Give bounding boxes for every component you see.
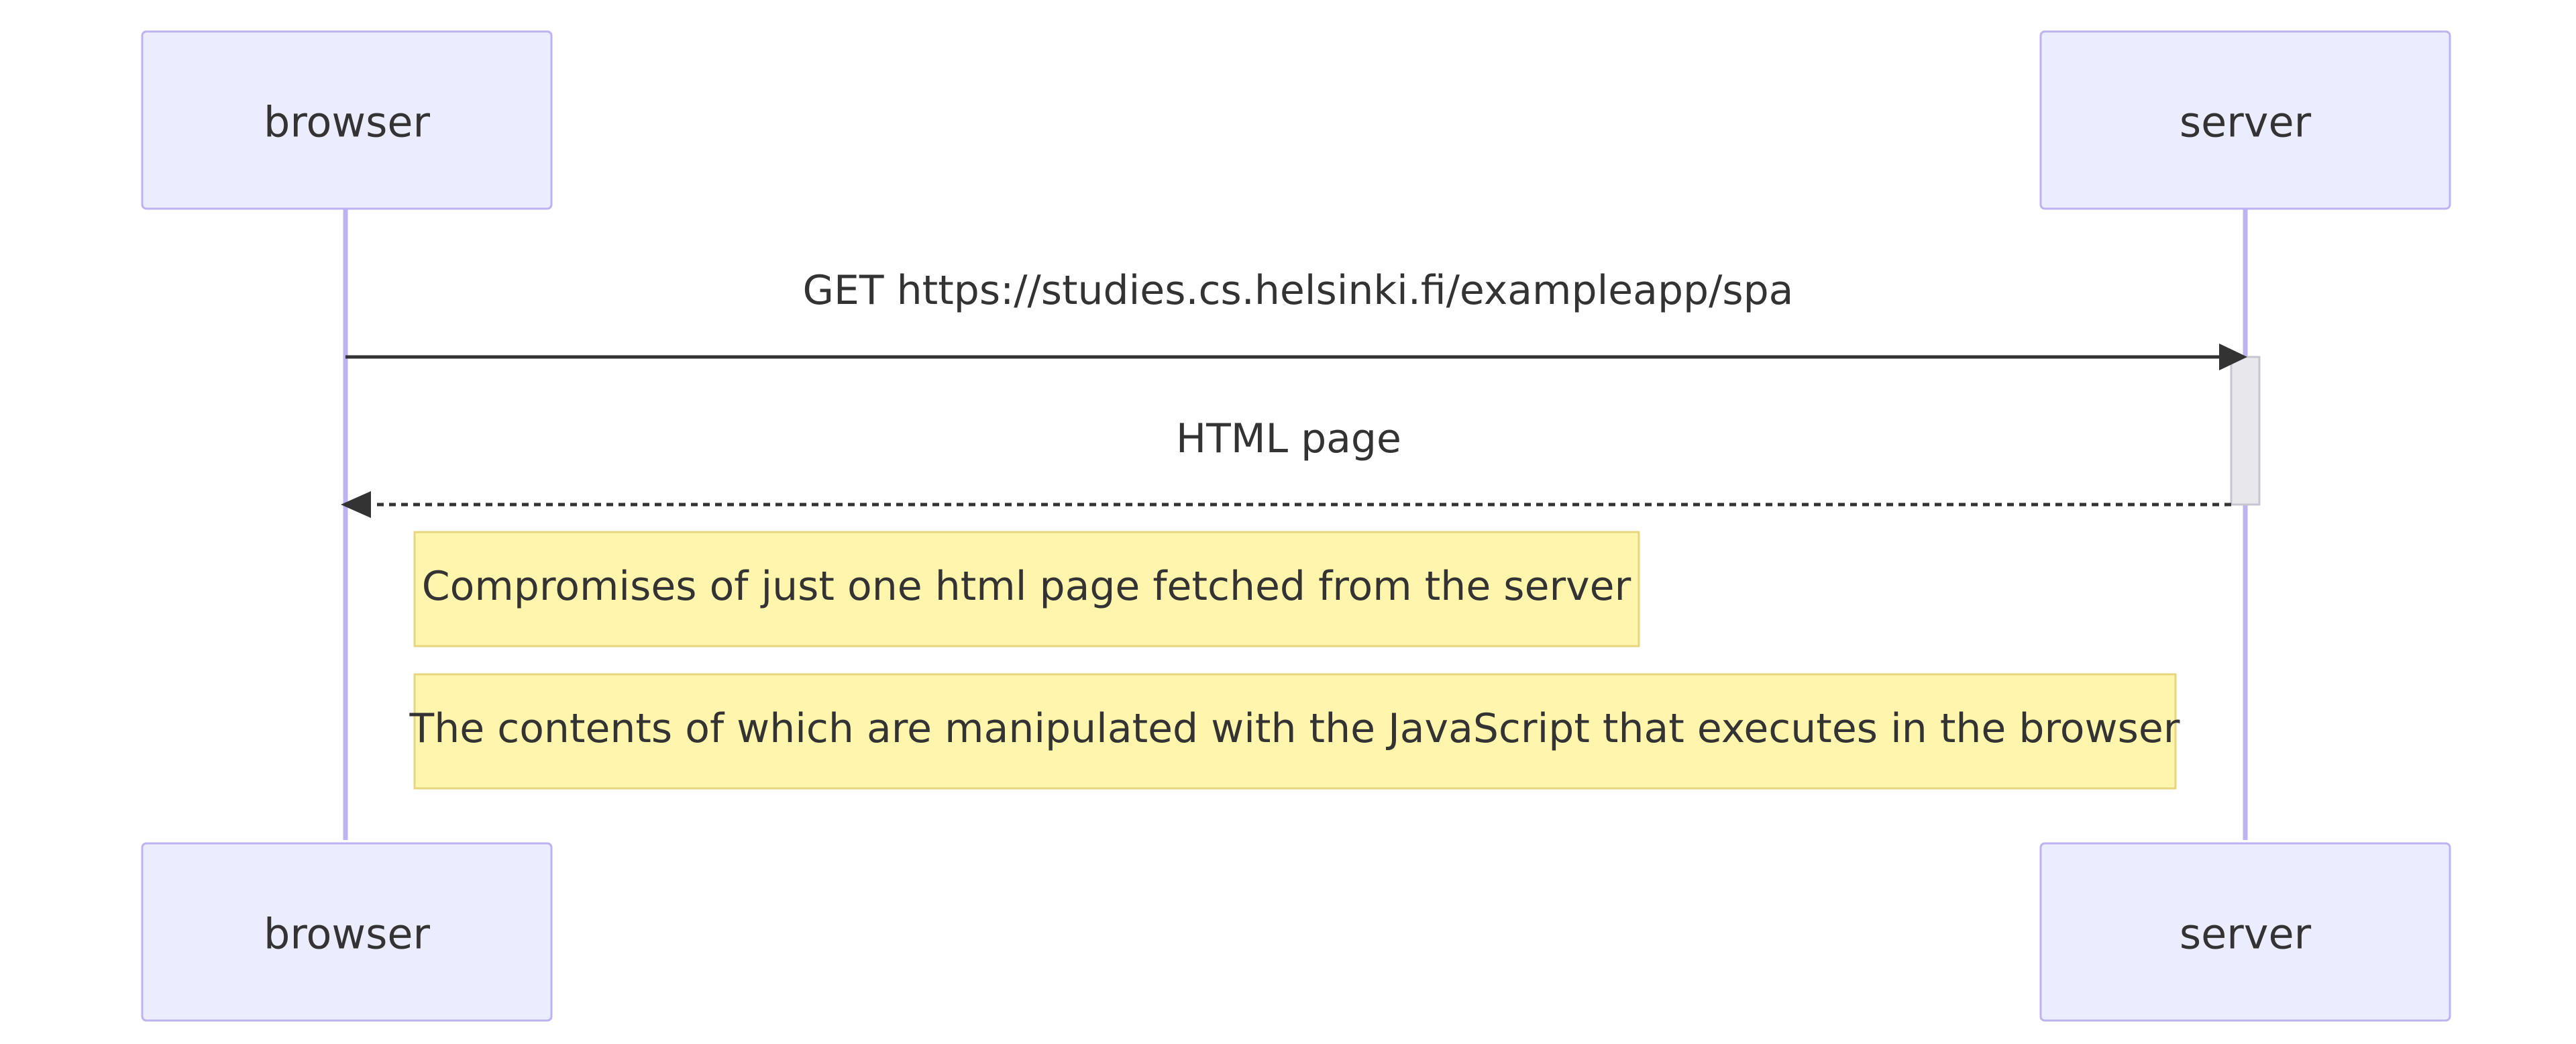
note-2-text: The contents of which are manipulated wi… <box>409 705 2180 752</box>
get-request-label: GET https://studies.cs.helsinki.fi/examp… <box>803 267 1794 314</box>
note-1-text: Compromises of just one html page fetche… <box>422 563 1631 610</box>
note-2: The contents of which are manipulated wi… <box>409 673 2180 790</box>
server-actor-top: server <box>2039 30 2451 210</box>
browser-actor-top: browser <box>141 30 553 210</box>
server-actor-top-label: server <box>2180 98 2312 147</box>
html-page-response-label: HTML page <box>1176 415 1401 462</box>
browser-actor-bottom: browser <box>141 842 553 1022</box>
server-actor-bottom-label: server <box>2180 910 2312 959</box>
server-actor-bottom: server <box>2039 842 2451 1022</box>
browser-actor-top-label: browser <box>264 98 431 147</box>
sequence-diagram: browser server GET https://studies.cs.he… <box>141 30 2451 1022</box>
note-1: Compromises of just one html page fetche… <box>413 531 1640 647</box>
browser-actor-bottom-label: browser <box>264 910 431 959</box>
server-activation <box>2230 356 2261 506</box>
